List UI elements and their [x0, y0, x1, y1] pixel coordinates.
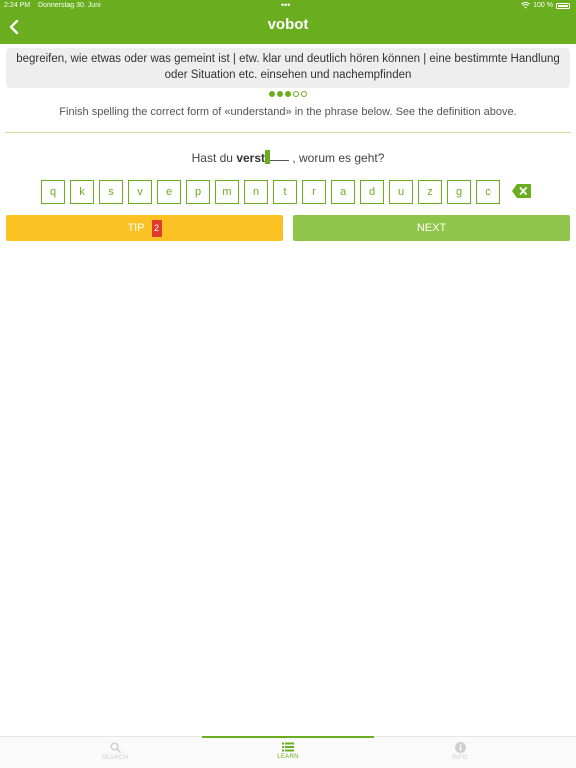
tab-learn-label: LEARN — [277, 754, 299, 760]
progress-dot — [277, 91, 283, 97]
instruction-text: Finish spelling the correct form of «und… — [59, 106, 517, 118]
active-tab-indicator — [202, 736, 374, 738]
letter-key-e[interactable]: e — [157, 180, 181, 204]
letter-key-t[interactable]: t — [273, 180, 297, 204]
letter-key-k[interactable]: k — [70, 180, 94, 204]
search-icon — [110, 742, 121, 753]
progress-dot — [269, 91, 275, 97]
text-cursor — [265, 150, 270, 164]
tip-count-badge: 2 — [151, 219, 162, 237]
tab-search[interactable]: SEARCH — [85, 742, 145, 761]
progress-dot — [285, 91, 291, 97]
battery-percent: 100 % — [533, 2, 553, 9]
tab-learn[interactable]: LEARN — [258, 742, 318, 760]
progress-dots — [0, 91, 576, 97]
letter-key-d[interactable]: d — [360, 180, 384, 204]
phrase-blanks — [270, 160, 289, 161]
letter-key-p[interactable]: p — [186, 180, 210, 204]
letter-keys: qksvepmntraduzgc — [41, 180, 500, 204]
letter-key-n[interactable]: n — [244, 180, 268, 204]
next-label: NEXT — [416, 222, 447, 234]
letter-key-r[interactable]: r — [302, 180, 326, 204]
progress-dot — [301, 91, 307, 97]
battery-icon — [556, 2, 570, 9]
letter-key-z[interactable]: z — [418, 180, 442, 204]
status-indicators: 100 % — [521, 2, 570, 9]
tip-label: TIP — [127, 222, 145, 234]
tab-search-label: SEARCH — [101, 755, 129, 761]
letter-key-v[interactable]: v — [128, 180, 152, 204]
next-button[interactable]: NEXT — [293, 215, 570, 241]
app-title: vobot — [267, 16, 309, 33]
letter-key-q[interactable]: q — [41, 180, 65, 204]
delete-backspace-icon[interactable] — [512, 184, 531, 198]
phrase: Hast du verst , worum es geht? — [0, 150, 576, 165]
letter-key-s[interactable]: s — [99, 180, 123, 204]
status-date: Donnerstag 30. Juni — [38, 2, 101, 9]
letter-key-g[interactable]: g — [447, 180, 471, 204]
wifi-icon — [521, 2, 531, 9]
tip-button[interactable]: TIP 2 — [6, 215, 283, 241]
divider — [6, 132, 570, 133]
phrase-after: , worum es geht? — [289, 151, 385, 165]
letter-key-u[interactable]: u — [389, 180, 413, 204]
letter-key-m[interactable]: m — [215, 180, 239, 204]
phrase-typed: verst — [236, 151, 265, 165]
list-icon — [282, 742, 294, 752]
tab-bar: SEARCH LEARN INFO — [0, 736, 576, 768]
progress-dot — [293, 91, 299, 97]
definition-text: begreifen, wie etwas oder was gemeint is… — [6, 48, 570, 88]
tab-info-label: INFO — [452, 755, 468, 761]
multitasking-dots-icon[interactable]: ••• — [281, 1, 290, 10]
letter-key-a[interactable]: a — [331, 180, 355, 204]
letter-key-c[interactable]: c — [476, 180, 500, 204]
info-icon — [454, 742, 466, 753]
tab-info[interactable]: INFO — [430, 742, 490, 761]
header: 2:24 PM Donnerstag 30. Juni ••• 100 % vo… — [0, 0, 576, 44]
status-time: 2:24 PM — [4, 2, 31, 9]
phrase-before: Hast du — [191, 151, 237, 165]
